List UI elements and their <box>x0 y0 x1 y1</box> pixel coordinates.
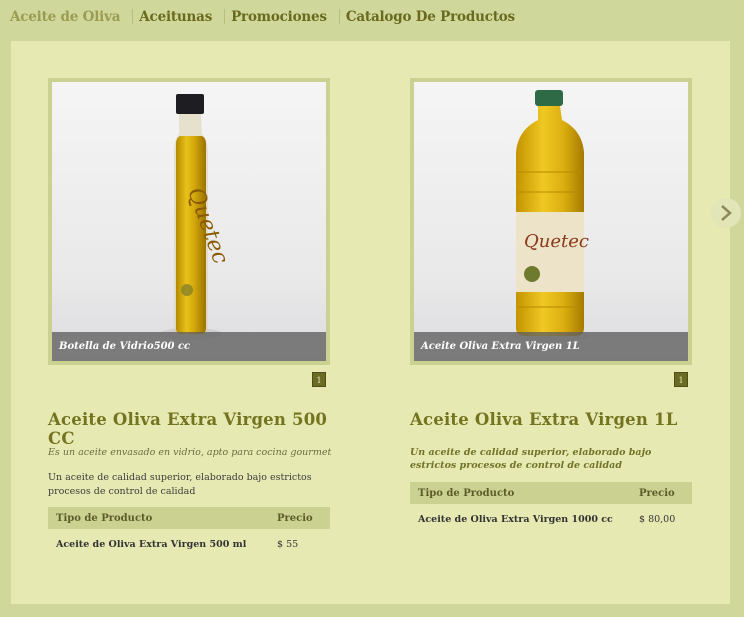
chevron-right-icon <box>721 205 732 221</box>
carousel-next-button[interactable] <box>711 198 741 228</box>
nav-link-promociones[interactable]: Promociones <box>231 9 333 25</box>
table-header-row: Tipo de Producto Precio <box>48 507 330 529</box>
plastic-bottle-image: Quetec <box>510 90 590 342</box>
product-subtitle: Un aceite de calidad superior, elaborado… <box>410 447 652 471</box>
content-panel: Quetec Botella de Vidrio500 cc 1 Aceite … <box>11 41 730 604</box>
table-row: Aceite de Oliva Extra Virgen 500 ml $ 55 <box>48 529 330 559</box>
product-image-frame[interactable]: Quetec Aceite Oliva Extra Virgen 1L <box>410 78 692 365</box>
image-caption: Aceite Oliva Extra Virgen 1L <box>414 332 688 361</box>
price-cell: $ 55 <box>277 538 299 550</box>
glass-bottle-image: Quetec <box>159 94 233 340</box>
product-type-cell: Aceite de Oliva Extra Virgen 500 ml <box>56 538 247 550</box>
column-header-product-type: Tipo de Producto <box>48 507 269 529</box>
top-nav: Aceite de Oliva Aceitunas Promociones Ca… <box>0 0 744 33</box>
column-header-product-type: Tipo de Producto <box>410 482 631 504</box>
nav-separator <box>132 9 134 24</box>
product-title: Aceite Oliva Extra Virgen 1L <box>410 410 678 429</box>
image-caption: Botella de Vidrio500 cc <box>52 332 326 361</box>
product-description: Un aceite de calidad superior, elaborado… <box>48 472 312 497</box>
nav-separator <box>224 9 226 24</box>
product-title: Aceite Oliva Extra Virgen 500 CC <box>48 410 328 448</box>
product-image-frame[interactable]: Quetec Botella de Vidrio500 cc <box>48 78 330 365</box>
column-header-price: Precio <box>631 482 692 504</box>
price-cell: $ 80,00 <box>639 513 676 525</box>
nav-separator <box>338 9 340 24</box>
product-type-cell: Aceite de Oliva Extra Virgen 1000 cc <box>418 513 613 525</box>
nav-link-aceite-de-oliva[interactable]: Aceite de Oliva <box>10 9 126 25</box>
table-row: Aceite de Oliva Extra Virgen 1000 cc $ 8… <box>410 504 692 534</box>
slide-pager-button[interactable]: 1 <box>312 372 326 387</box>
price-table: Tipo de Producto Precio Aceite de Oliva … <box>48 507 330 559</box>
slide-pager-button[interactable]: 1 <box>674 372 688 387</box>
column-header-price: Precio <box>269 507 330 529</box>
nav-link-aceitunas[interactable]: Aceitunas <box>139 9 218 25</box>
price-table: Tipo de Producto Precio Aceite de Oliva … <box>410 482 692 534</box>
product-photo: Quetec <box>414 82 688 361</box>
product-subtitle: Es un aceite envasado en vidrio, apto pa… <box>48 447 332 458</box>
nav-link-catalogo[interactable]: Catalogo De Productos <box>346 9 521 25</box>
product-photo: Quetec <box>52 82 326 361</box>
svg-text:Quetec: Quetec <box>524 231 589 252</box>
table-header-row: Tipo de Producto Precio <box>410 482 692 504</box>
